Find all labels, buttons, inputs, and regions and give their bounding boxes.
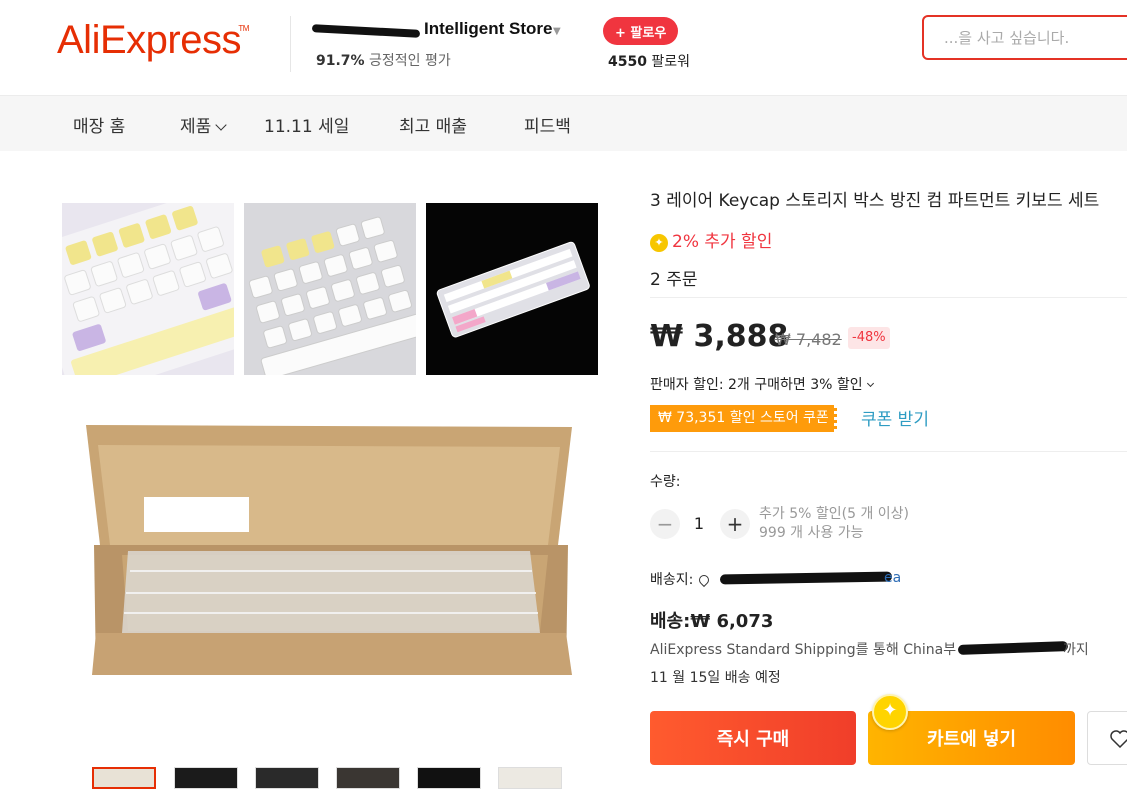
nav-item-products[interactable]: 제품	[180, 112, 227, 137]
search-input[interactable]	[924, 17, 1127, 58]
aliexpress-logo[interactable]: AliExpress TM	[57, 18, 249, 63]
location-pin-icon	[697, 572, 712, 588]
redaction-mark	[719, 571, 893, 585]
product-image-keyboard-dark[interactable]	[426, 203, 598, 375]
shipping-method: AliExpress Standard Shipping를 통해 China부	[650, 642, 957, 658]
product-image-keycaps-closeup[interactable]	[62, 203, 234, 375]
nav-item-feedback[interactable]: 피드백	[524, 112, 571, 137]
redaction-mark	[957, 641, 1069, 655]
logo-trademark: TM	[238, 24, 249, 33]
filmstrip-thumb[interactable]	[336, 767, 400, 789]
store-name[interactable]: Intelligent Store	[311, 19, 552, 39]
seller-discount-text: 판매자 할인: 2개 구매하면 3% 할인	[650, 377, 863, 393]
store-rating-value: 91.7%	[316, 53, 365, 69]
order-count: 2 주문	[650, 270, 698, 290]
chevron-down-icon[interactable]: ▼	[553, 26, 561, 37]
followers-label: 팔로워	[651, 54, 691, 70]
current-price: ₩ 3,888	[650, 319, 789, 354]
divider	[650, 451, 1127, 452]
bulk-discount-note: 추가 5% 할인(5 개 이상)	[759, 506, 910, 522]
nav-item-store-home[interactable]: 매장 홈	[73, 112, 125, 137]
filmstrip-thumb[interactable]	[174, 767, 238, 789]
main-product-image[interactable]	[62, 405, 598, 750]
chevron-down-icon	[866, 379, 874, 388]
stock-available-note: 999 개 사용 가능	[759, 525, 864, 541]
logo-text: AliExpress	[57, 18, 241, 62]
followers-count: 4550 팔로워	[608, 51, 690, 71]
wishlist-button[interactable]	[1087, 711, 1127, 765]
quantity-value[interactable]: 1	[690, 514, 708, 533]
filmstrip-thumb[interactable]	[255, 767, 319, 789]
filmstrip-thumb[interactable]	[417, 767, 481, 789]
store-rating-label: 긍정적인 평가	[369, 53, 451, 69]
chevron-down-icon	[215, 119, 227, 131]
nav-item-best-sellers[interactable]: 최고 매출	[399, 112, 467, 137]
nav-item-products-label: 제품	[180, 117, 212, 137]
divider	[650, 297, 1127, 298]
store-nav: 매장 홈 제품 11.11 세일 최고 매출 피드백	[0, 96, 1127, 151]
product-title: 3 레이어 Keycap 스토리지 박스 방진 컴 파트먼트 키보드 세트	[650, 191, 1100, 211]
seller-discount[interactable]: 판매자 할인: 2개 구매하면 3% 할인	[650, 374, 874, 394]
discount-badge: -48%	[848, 327, 890, 349]
ship-to-destination[interactable]: ea	[884, 570, 901, 586]
extra-discount-text: 2% 추가 할인	[672, 232, 773, 252]
filmstrip-thumb[interactable]	[498, 767, 562, 789]
shipping-method-tail: 까지	[1063, 642, 1089, 658]
store-header: AliExpress TM Intelligent Store ▼ 91.7% 긍…	[0, 0, 1127, 96]
buy-now-button[interactable]: 즉시 구매	[650, 711, 856, 765]
ship-to: 배송지:	[650, 569, 715, 589]
get-coupon-link[interactable]: 쿠폰 받기	[861, 405, 929, 430]
ship-to-label: 배송지:	[650, 572, 694, 588]
quantity-decrease-button[interactable]: −	[650, 509, 680, 539]
quantity-label: 수량:	[650, 474, 681, 490]
store-coupon-tag: ₩ 73,351 할인 스토어 쿠폰	[650, 405, 838, 432]
image-filmstrip	[92, 767, 572, 789]
header-divider	[290, 16, 291, 72]
heart-icon	[1110, 730, 1127, 748]
store-rating: 91.7% 긍정적인 평가	[316, 50, 451, 70]
extra-discount: ✦ 2% 추가 할인	[650, 227, 772, 252]
follow-button[interactable]: + 팔로우	[603, 17, 679, 45]
quantity-note: 추가 5% 할인(5 개 이상) 999 개 사용 가능	[759, 505, 909, 543]
shipping-fee: 배송:₩ 6,073	[650, 611, 774, 632]
nav-item-sale[interactable]: 11.11 세일	[264, 112, 349, 137]
quantity-increase-button[interactable]: +	[720, 509, 750, 539]
coin-icon: ✦	[650, 234, 668, 252]
product-image-keycaps-angle[interactable]	[244, 203, 416, 375]
search-box	[922, 15, 1127, 60]
filmstrip-thumb[interactable]	[92, 767, 156, 789]
original-price: ₩ 7,482	[775, 330, 842, 349]
coin-icon: ✦	[872, 694, 908, 730]
delivery-eta: 11 월 15일 배송 예정	[650, 670, 781, 686]
followers-number: 4550	[608, 54, 647, 70]
